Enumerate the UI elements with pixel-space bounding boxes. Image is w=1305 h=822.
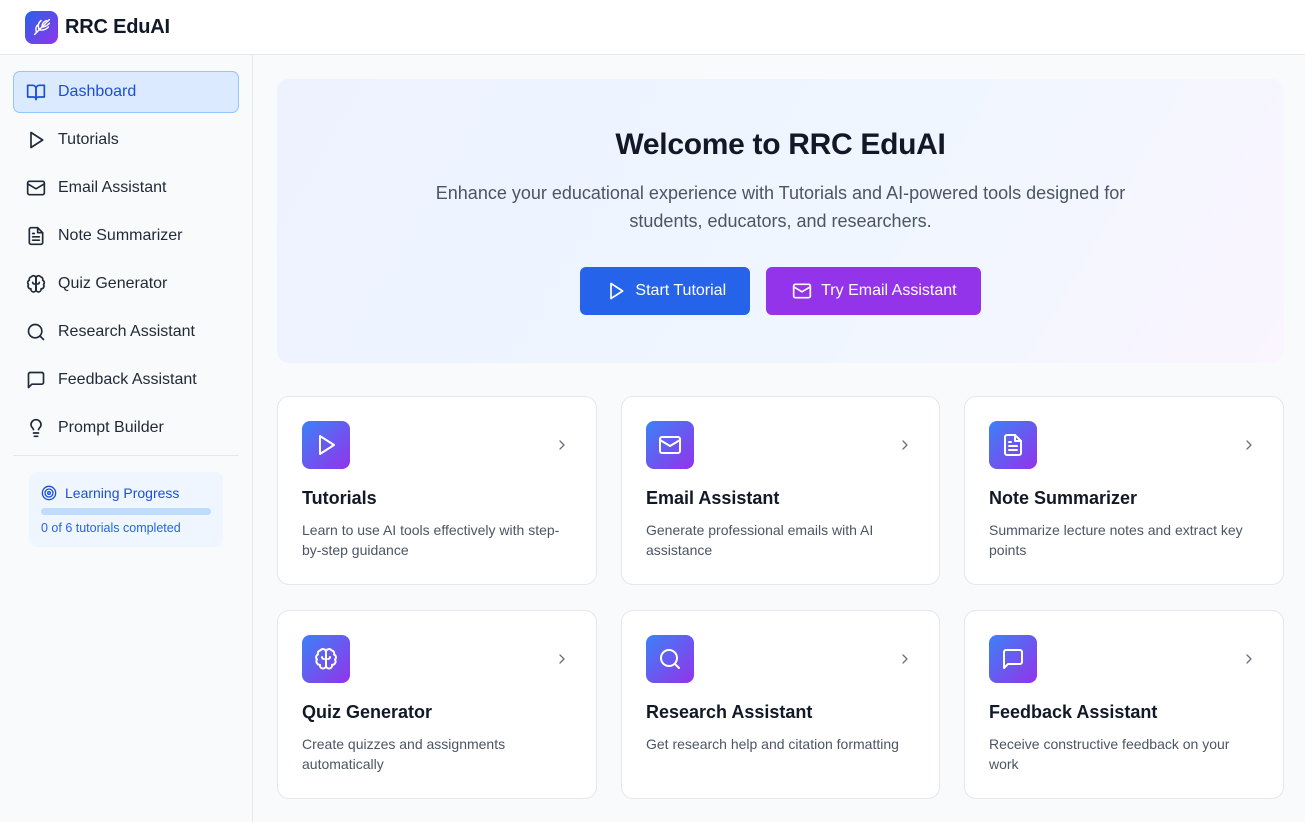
sidebar-item-email-assistant[interactable]: Email Assistant xyxy=(13,167,239,209)
learning-progress-title: Learning Progress xyxy=(65,485,180,501)
app-name[interactable]: RRC EduAI xyxy=(65,16,170,39)
sidebar-item-label: Prompt Builder xyxy=(58,419,164,436)
card-description: Summarize lecture notes and extract key … xyxy=(989,522,1243,558)
chevron-right-icon xyxy=(1246,440,1252,450)
sidebar-item-dashboard[interactable]: Dashboard xyxy=(13,71,239,113)
book-open-icon xyxy=(26,84,46,101)
search-icon xyxy=(646,635,694,683)
sidebar-item-feedback-assistant[interactable]: Feedback Assistant xyxy=(13,359,239,401)
play-icon xyxy=(302,421,350,469)
target-icon xyxy=(41,485,57,501)
play-icon xyxy=(30,131,44,149)
tool-card-email-assistant[interactable]: Email Assistant Generate professional em… xyxy=(621,396,940,585)
search-icon xyxy=(27,323,45,341)
app-logo-icon[interactable] xyxy=(25,10,58,44)
sidebar-item-label: Note Summarizer xyxy=(58,227,183,244)
card-description: Generate professional emails with AI ass… xyxy=(646,522,874,558)
sidebar-item-label: Dashboard xyxy=(58,83,137,100)
tool-card-note-summarizer[interactable]: Note Summarizer Summarize lecture notes … xyxy=(964,396,1284,585)
chevron-right-icon xyxy=(1246,654,1252,664)
card-description: Receive constructive feedback on your wo… xyxy=(989,736,1230,772)
start-tutorial-label: Start Tutorial xyxy=(635,282,727,299)
sidebar-item-label: Research Assistant xyxy=(58,323,195,340)
hero-title: Welcome to RRC EduAI xyxy=(615,128,946,161)
hero-subtitle: Enhance your educational experience with… xyxy=(435,183,1126,231)
tool-card-feedback-assistant[interactable]: Feedback Assistant Receive constructive … xyxy=(964,610,1284,799)
mail-icon xyxy=(26,180,46,196)
card-title: Email Assistant xyxy=(646,488,780,508)
tool-cards-grid: Tutorials Learn to use AI tools effectiv… xyxy=(277,396,1284,799)
mail-icon xyxy=(792,283,812,299)
card-title: Note Summarizer xyxy=(989,488,1138,508)
sidebar-item-label: Email Assistant xyxy=(58,179,167,196)
mail-icon xyxy=(646,421,694,469)
card-description: Create quizzes and assignments automatic… xyxy=(302,736,506,772)
sidebar-item-label: Feedback Assistant xyxy=(58,371,197,388)
sidebar-item-label: Tutorials xyxy=(58,131,119,148)
sidebar-item-research-assistant[interactable]: Research Assistant xyxy=(13,311,239,353)
chevron-right-icon xyxy=(559,654,565,664)
hero-actions: Start Tutorial Try Email Assistant xyxy=(277,267,1284,315)
chevron-right-icon xyxy=(559,440,565,450)
card-title: Quiz Generator xyxy=(302,702,433,722)
chevron-right-icon xyxy=(902,654,908,664)
lightbulb-icon xyxy=(30,418,42,438)
learning-progress-header: Learning Progress xyxy=(41,485,211,501)
sidebar-item-quiz-generator[interactable]: Quiz Generator xyxy=(13,263,239,305)
progress-bar xyxy=(41,508,211,515)
welcome-hero: Welcome to RRC EduAI Enhance your educat… xyxy=(277,79,1284,363)
sidebar-item-tutorials[interactable]: Tutorials xyxy=(13,119,239,161)
file-text-icon xyxy=(989,421,1037,469)
brain-icon xyxy=(26,274,46,293)
tool-card-tutorials[interactable]: Tutorials Learn to use AI tools effectiv… xyxy=(277,396,597,585)
play-icon xyxy=(610,282,624,300)
sidebar-item-prompt-builder[interactable]: Prompt Builder xyxy=(13,407,239,449)
sidebar-item-note-summarizer[interactable]: Note Summarizer xyxy=(13,215,239,257)
card-title: Research Assistant xyxy=(646,702,813,722)
tool-card-quiz-generator[interactable]: Quiz Generator Create quizzes and assign… xyxy=(277,610,597,799)
message-square-icon xyxy=(27,371,45,389)
tool-card-research-assistant[interactable]: Research Assistant Get research help and… xyxy=(621,610,940,799)
sidebar: Dashboard Tutorials Email Assistant Note… xyxy=(0,55,253,822)
chevron-right-icon xyxy=(902,440,908,450)
try-email-assistant-button[interactable]: Try Email Assistant xyxy=(766,267,981,315)
start-tutorial-button[interactable]: Start Tutorial xyxy=(580,267,751,315)
progress-status-text: 0 of 6 tutorials completed xyxy=(41,521,181,535)
card-description: Get research help and citation formattin… xyxy=(646,736,899,752)
sidebar-divider xyxy=(13,455,239,456)
try-email-assistant-label: Try Email Assistant xyxy=(821,282,957,299)
top-bar: RRC EduAI xyxy=(0,0,1305,55)
card-title: Feedback Assistant xyxy=(989,702,1158,722)
learning-progress-panel: Learning Progress 0 of 6 tutorials compl… xyxy=(29,472,223,547)
card-description: Learn to use AI tools effectively with s… xyxy=(302,522,560,558)
main-content: Welcome to RRC EduAI Enhance your educat… xyxy=(277,79,1284,799)
brain-icon xyxy=(302,635,350,683)
file-text-icon xyxy=(28,226,44,246)
message-square-icon xyxy=(989,635,1037,683)
card-title: Tutorials xyxy=(302,488,377,508)
sidebar-item-label: Quiz Generator xyxy=(58,275,168,292)
